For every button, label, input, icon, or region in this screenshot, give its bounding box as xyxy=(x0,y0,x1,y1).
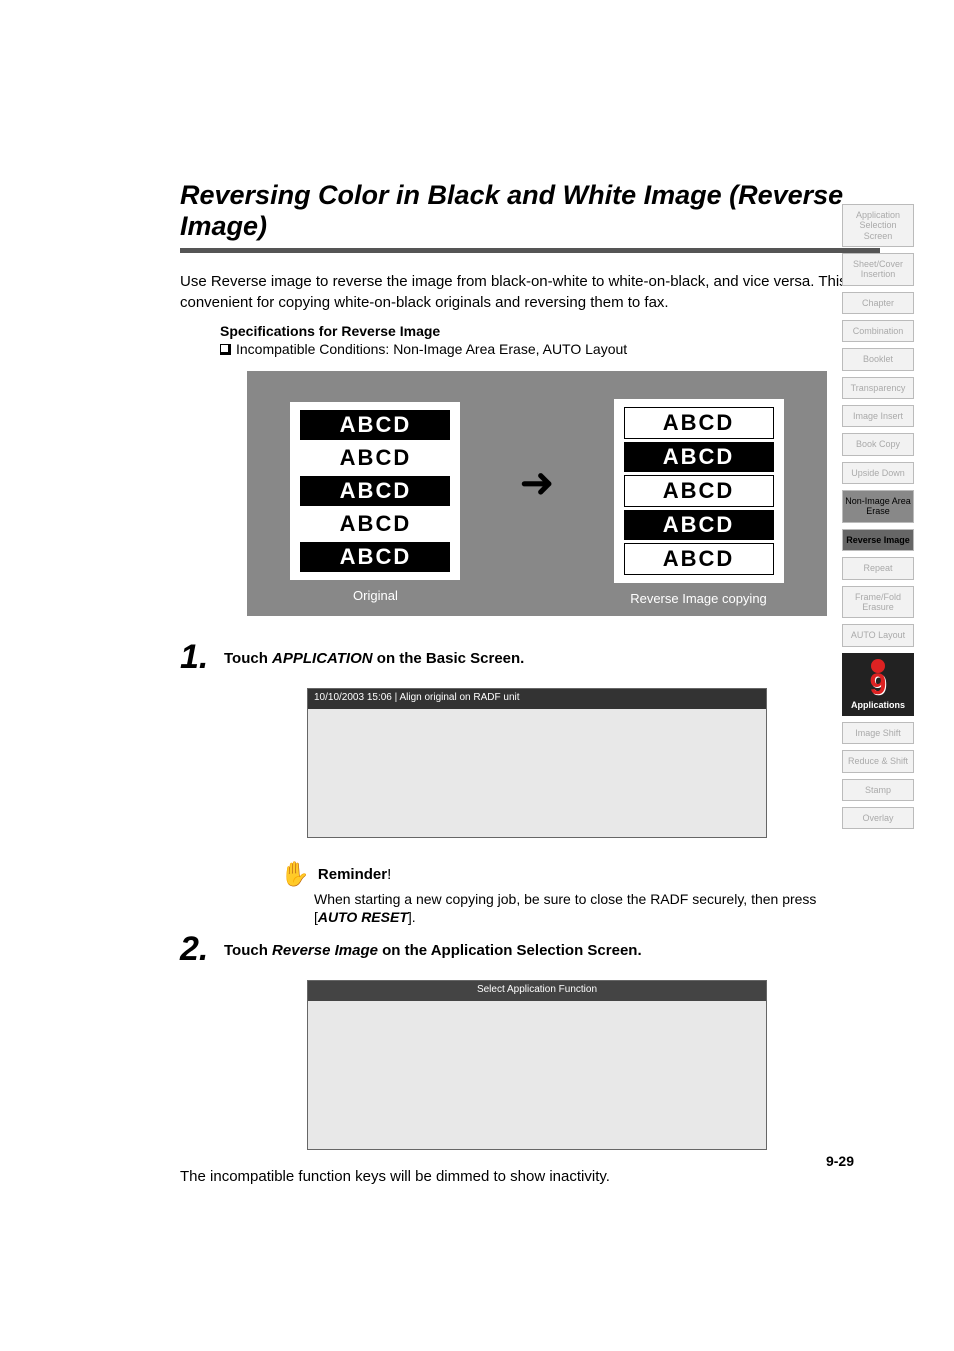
step-text: Touch Reverse Image on the Application S… xyxy=(224,942,642,959)
caption-reverse: Reverse Image copying xyxy=(630,591,767,606)
tab-repeat[interactable]: Repeat xyxy=(842,557,914,579)
tab-book-copy[interactable]: Book Copy xyxy=(842,433,914,455)
chapter-number: 9 xyxy=(870,671,887,698)
spec-line: Incompatible Conditions: Non-Image Area … xyxy=(220,341,894,357)
tab-frame-fold-erasure[interactable]: Frame/Fold Erasure xyxy=(842,586,914,619)
step-action: APPLICATION xyxy=(272,650,373,667)
sample-row: ABCD xyxy=(300,410,450,440)
tab-chapter[interactable]: Chapter xyxy=(842,292,914,314)
spec-heading: Specifications for Reverse Image xyxy=(220,323,894,339)
tab-reverse-image[interactable]: Reverse Image xyxy=(842,529,914,551)
reminder-block: ✋ Reminder! When starting a new copying … xyxy=(280,860,840,926)
sample-row: ABCD xyxy=(624,543,774,575)
arrow-right-icon: ➜ xyxy=(519,458,554,507)
tab-transparency[interactable]: Transparency xyxy=(842,377,914,399)
tab-combination[interactable]: Combination xyxy=(842,320,914,342)
step-action: Reverse Image xyxy=(272,942,378,959)
chapter-label: Applications xyxy=(851,700,905,710)
reminder-heading: ✋ Reminder! xyxy=(280,860,840,889)
step-1: 1. Touch APPLICATION on the Basic Screen… xyxy=(180,644,894,678)
step-2: 2. Touch Reverse Image on the Applicatio… xyxy=(180,936,894,970)
hand-stop-icon: ✋ xyxy=(280,860,310,889)
tab-overlay[interactable]: Overlay xyxy=(842,807,914,829)
screenshot-content xyxy=(308,1001,766,1149)
tab-stamp[interactable]: Stamp xyxy=(842,779,914,801)
step-suffix: on the Basic Screen. xyxy=(373,650,525,667)
tab-applications-chapter[interactable]: 9 Applications xyxy=(842,653,914,716)
tab-image-insert[interactable]: Image Insert xyxy=(842,405,914,427)
step-text: Touch APPLICATION on the Basic Screen. xyxy=(224,650,524,667)
tab-upside-down[interactable]: Upside Down xyxy=(842,462,914,484)
bullet-icon xyxy=(220,344,231,355)
screenshot-top-bar: 10/10/2003 15:06 | Align original on RAD… xyxy=(308,689,766,709)
sample-row: ABCD xyxy=(300,509,450,539)
tab-reduce-shift[interactable]: Reduce & Shift xyxy=(842,750,914,772)
sample-row: ABCD xyxy=(300,476,450,506)
reminder-body-suffix: ]. xyxy=(408,909,416,925)
step-prefix: Touch xyxy=(224,650,272,667)
tab-non-image-area-erase[interactable]: Non-Image Area Erase xyxy=(842,490,914,523)
caption-original: Original xyxy=(353,588,398,603)
page-number: 9-29 xyxy=(826,1153,854,1169)
reminder-title: Reminder xyxy=(318,866,387,883)
tab-sheet-cover[interactable]: Sheet/Cover Insertion xyxy=(842,253,914,286)
tab-application-selection[interactable]: Application Selection Screen xyxy=(842,204,914,247)
sample-row: ABCD xyxy=(300,443,450,473)
step-number: 2. xyxy=(180,932,224,966)
screenshot-content xyxy=(308,709,766,837)
tab-auto-layout[interactable]: AUTO Layout xyxy=(842,624,914,646)
reverse-card: ABCD ABCD ABCD ABCD ABCD xyxy=(614,399,784,583)
auto-reset-label: AUTO RESET xyxy=(318,909,408,925)
sample-row: ABCD xyxy=(624,442,774,472)
application-screen-screenshot: Select Application Function xyxy=(307,980,767,1150)
screenshot-top-bar: Select Application Function xyxy=(308,981,766,1001)
spec-block: Specifications for Reverse Image Incompa… xyxy=(220,323,894,357)
sample-row: ABCD xyxy=(624,475,774,507)
reminder-excl: ! xyxy=(387,866,391,883)
step-prefix: Touch xyxy=(224,942,272,959)
intro-paragraph: Use Reverse image to reverse the image f… xyxy=(180,271,870,313)
tab-image-shift[interactable]: Image Shift xyxy=(842,722,914,744)
original-card: ABCD ABCD ABCD ABCD ABCD xyxy=(290,402,460,580)
page-title: Reversing Color in Black and White Image… xyxy=(180,180,894,242)
illustration-right: ABCD ABCD ABCD ABCD ABCD Reverse Image c… xyxy=(614,399,784,606)
illustration-left: ABCD ABCD ABCD ABCD ABCD Original xyxy=(290,402,460,603)
step-number: 1. xyxy=(180,640,224,674)
reminder-body: When starting a new copying job, be sure… xyxy=(314,891,840,926)
side-tabs: Application Selection Screen Sheet/Cover… xyxy=(842,204,914,829)
title-underline xyxy=(180,248,880,253)
illustration: ABCD ABCD ABCD ABCD ABCD Original ➜ ABCD… xyxy=(247,371,827,616)
tab-booklet[interactable]: Booklet xyxy=(842,348,914,370)
sample-row: ABCD xyxy=(624,510,774,540)
spec-text: Incompatible Conditions: Non-Image Area … xyxy=(236,341,627,357)
sample-row: ABCD xyxy=(300,542,450,572)
footnote: The incompatible function keys will be d… xyxy=(180,1168,894,1185)
basic-screen-screenshot: 10/10/2003 15:06 | Align original on RAD… xyxy=(307,688,767,838)
step-suffix: on the Application Selection Screen. xyxy=(378,942,642,959)
sample-row: ABCD xyxy=(624,407,774,439)
